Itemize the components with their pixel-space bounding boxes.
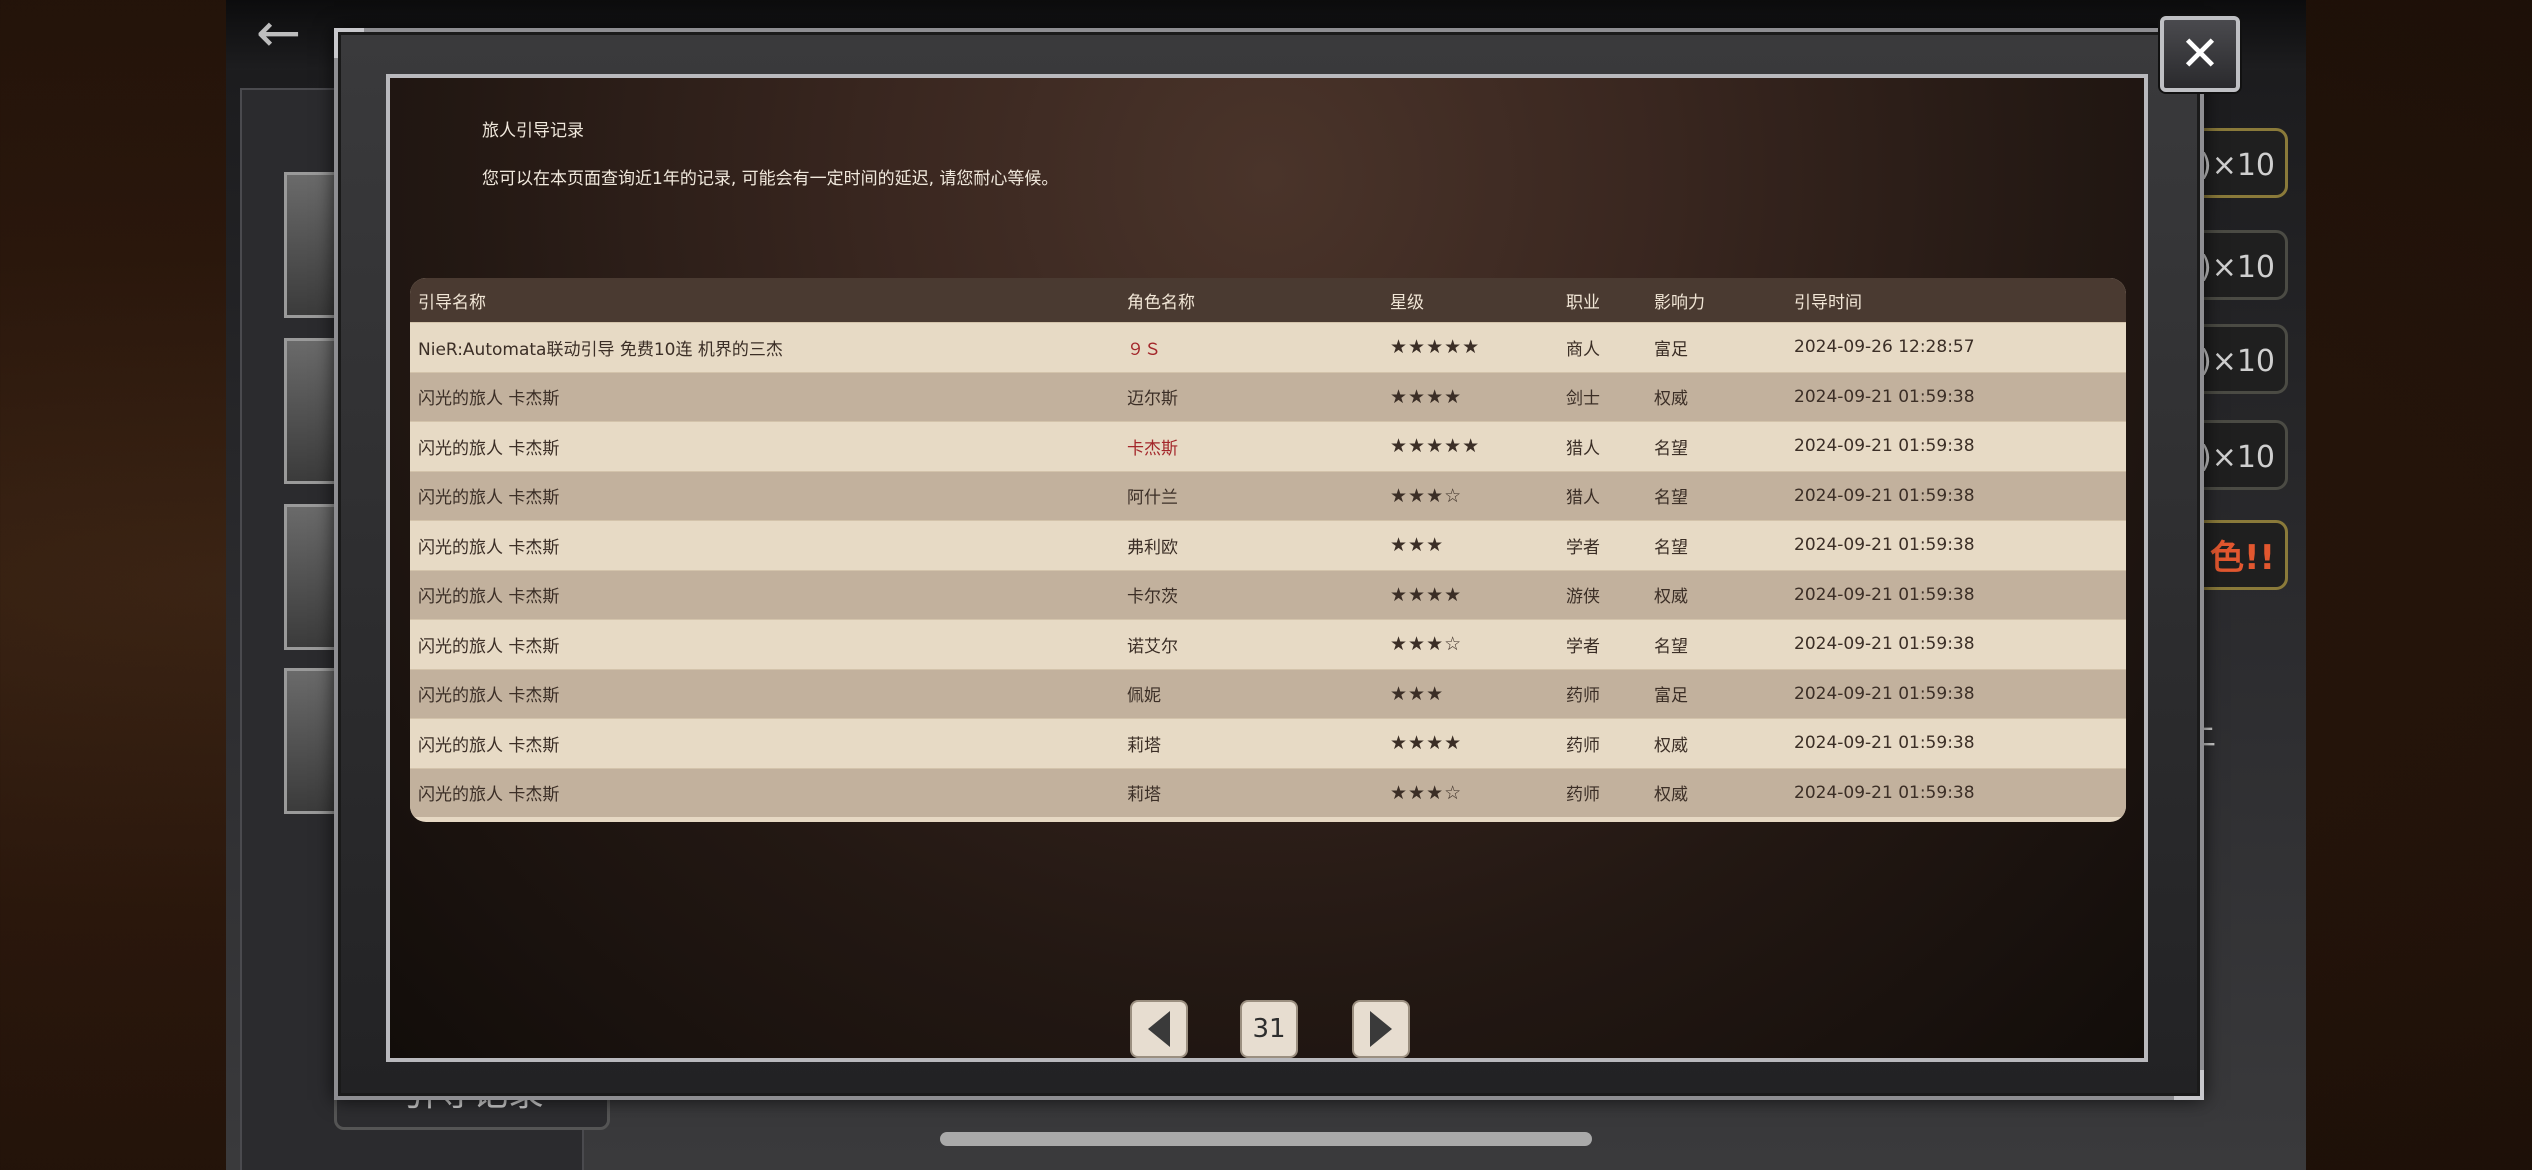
row-job: 商人 [1566,339,1600,360]
table-row: NieR:Automata联动引导 免费10连 机界的三杰 ９Ｓ ★★★★★ 商人 富足… [410,322,2126,372]
table-body: NieR:Automata联动引导 免费10连 机界的三杰 ９Ｓ ★★★★★ 商人 富足… [410,322,2126,817]
row-character-name: 诺艾尔 [1127,636,1178,657]
row-influence: 权威 [1654,735,1688,756]
table-row: 闪光的旅人 卡杰斯 迈尔斯 ★★★★ 剑士 权威 2024-09-21 01:59:38 [410,371,2126,421]
table-row: 闪光的旅人 卡杰斯 佩妮 ★★★ 药师 富足 2024-09-21 01:59:38 [410,668,2126,718]
header-influence: 影响力 [1654,292,1705,313]
row-influence: 名望 [1654,438,1688,459]
row-character-name: 迈尔斯 [1127,389,1178,410]
row-stars: ★★★★ [1390,583,1463,606]
row-character-name: 卡尔茨 [1127,587,1178,608]
row-influence: 名望 [1654,636,1688,657]
header-character-name: 角色名称 [1127,292,1195,313]
row-influence: 权威 [1654,587,1688,608]
row-influence: 富足 [1654,686,1688,707]
row-guide-name: 闪光的旅人 卡杰斯 [418,438,560,459]
row-guide-name: 闪光的旅人 卡杰斯 [418,537,560,558]
row-stars: ★★★★ [1390,385,1463,408]
row-time: 2024-09-21 01:59:38 [1794,485,1975,506]
row-job: 猎人 [1566,488,1600,509]
row-influence: 名望 [1654,488,1688,509]
table-row: 闪光的旅人 卡杰斯 莉塔 ★★★★ 药师 权威 2024-09-21 01:59:38 [410,718,2126,768]
header-guide-name: 引导名称 [418,292,486,313]
row-job: 学者 [1566,636,1600,657]
row-stars: ★★★★ [1390,732,1463,755]
row-stars: ★★★☆ [1390,633,1463,656]
row-guide-name: NieR:Automata联动引导 免费10连 机界的三杰 [418,339,783,360]
row-guide-name: 闪光的旅人 卡杰斯 [418,686,560,707]
modal-description: 您可以在本页面查询近1年的记录, 可能会有一定时间的延迟, 请您耐心等候。 [482,169,1059,189]
row-influence: 权威 [1654,389,1688,410]
table-row: 闪光的旅人 卡杰斯 诺艾尔 ★★★☆ 学者 名望 2024-09-21 01:59:38 [410,619,2126,669]
row-job: 游侠 [1566,587,1600,608]
row-character-name: 莉塔 [1127,785,1161,806]
row-time: 2024-09-21 01:59:38 [1794,733,1975,754]
row-stars: ★★★ [1390,682,1445,705]
row-influence: 名望 [1654,537,1688,558]
row-influence: 权威 [1654,785,1688,806]
row-job: 猎人 [1566,438,1600,459]
header-stars: 星级 [1390,292,1424,313]
row-job: 剑士 [1566,389,1600,410]
row-character-name: 卡杰斯 [1127,438,1178,459]
row-guide-name: 闪光的旅人 卡杰斯 [418,735,560,756]
row-stars: ★★★☆ [1390,484,1463,507]
row-guide-name: 闪光的旅人 卡杰斯 [418,587,560,608]
row-time: 2024-09-21 01:59:38 [1794,386,1975,407]
triangle-left-icon [1148,1011,1170,1047]
row-time: 2024-09-21 01:59:38 [1794,535,1975,556]
frame-corner-ornament [2174,1070,2204,1100]
row-character-name: 阿什兰 [1127,488,1178,509]
row-guide-name: 闪光的旅人 卡杰斯 [418,389,560,410]
close-button[interactable]: ✕ [2160,16,2240,92]
table-row: 闪光的旅人 卡杰斯 阿什兰 ★★★☆ 猎人 名望 2024-09-21 01:59:38 [410,470,2126,520]
current-page-number: 31 [1240,1000,1298,1058]
back-arrow-icon: ← [256,1,302,64]
close-icon: ✕ [2179,26,2221,82]
row-time: 2024-09-21 01:59:38 [1794,584,1975,605]
next-page-button[interactable] [1352,1000,1410,1058]
table-row: 闪光的旅人 卡杰斯 弗利欧 ★★★ 学者 名望 2024-09-21 01:59:38 [410,520,2126,570]
row-time: 2024-09-21 01:59:38 [1794,436,1975,457]
home-indicator-bar[interactable] [940,1132,1592,1146]
modal-title: 旅人引导记录 [482,121,584,141]
row-character-name: 弗利欧 [1127,537,1178,558]
triangle-right-icon [1370,1011,1392,1047]
row-stars: ★★★★★ [1390,336,1481,359]
table-row: 闪光的旅人 卡杰斯 卡杰斯 ★★★★★ 猎人 名望 2024-09-21 01:59:38 [410,421,2126,471]
row-time: 2024-09-21 01:59:38 [1794,683,1975,704]
row-job: 药师 [1566,785,1600,806]
row-character-name: ９Ｓ [1127,339,1161,360]
row-stars: ★★★ [1390,534,1445,557]
row-guide-name: 闪光的旅人 卡杰斯 [418,785,560,806]
row-character-name: 莉塔 [1127,735,1161,756]
guidance-record-modal: 旅人引导记录 您可以在本页面查询近1年的记录, 可能会有一定时间的延迟, 请您耐… [334,28,2204,1100]
table-header-row: 引导名称 角色名称 星级 职业 影响力 引导时间 [410,278,2126,322]
header-job: 职业 [1566,292,1600,313]
row-influence: 富足 [1654,339,1688,360]
row-job: 学者 [1566,537,1600,558]
header-time: 引导时间 [1794,292,1862,313]
row-time: 2024-09-21 01:59:38 [1794,634,1975,655]
row-stars: ★★★★★ [1390,435,1481,458]
guidance-record-table: 引导名称 角色名称 星级 职业 影响力 引导时间 NieR:Automata联动… [410,278,2126,822]
frame-corner-ornament [334,28,364,58]
table-row: 闪光的旅人 卡杰斯 莉塔 ★★★☆ 药师 权威 2024-09-21 01:59:38 [410,767,2126,817]
row-guide-name: 闪光的旅人 卡杰斯 [418,636,560,657]
row-character-name: 佩妮 [1127,686,1161,707]
row-stars: ★★★☆ [1390,781,1463,804]
row-job: 药师 [1566,686,1600,707]
row-job: 药师 [1566,735,1600,756]
previous-page-button[interactable] [1130,1000,1188,1058]
row-time: 2024-09-21 01:59:38 [1794,782,1975,803]
row-time: 2024-09-26 12:28:57 [1794,337,1975,358]
table-row: 闪光的旅人 卡杰斯 卡尔茨 ★★★★ 游侠 权威 2024-09-21 01:59:38 [410,569,2126,619]
modal-content-panel: 旅人引导记录 您可以在本页面查询近1年的记录, 可能会有一定时间的延迟, 请您耐… [386,74,2148,1062]
row-guide-name: 闪光的旅人 卡杰斯 [418,488,560,509]
